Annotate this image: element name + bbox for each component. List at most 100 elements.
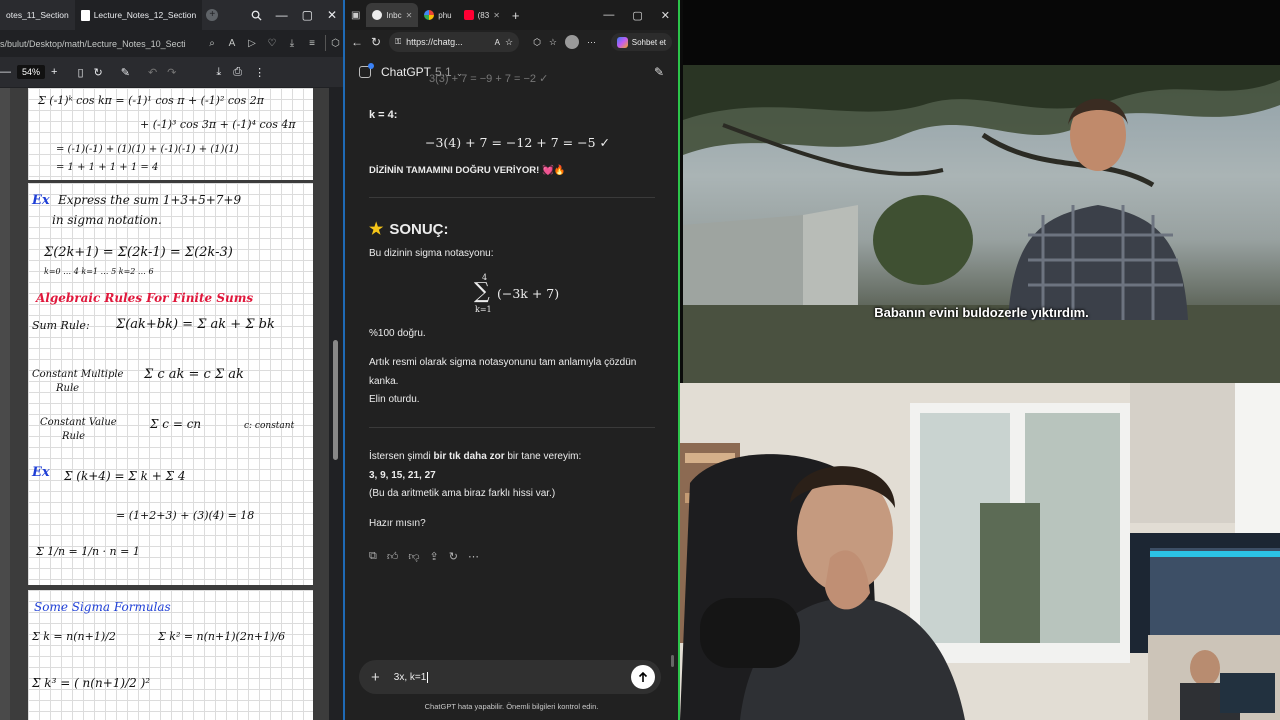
example-label: Ex — [32, 193, 50, 208]
undo-icon[interactable]: ↶ — [148, 66, 157, 79]
offer-text: İstersen şimdi — [369, 451, 434, 462]
movie-scene-image — [683, 65, 1280, 383]
url-field[interactable]: ⚿ https://chatg... A ☆ — [389, 32, 520, 52]
copilot-chat-label: Sohbet et — [631, 37, 666, 47]
correct-line: DİZİNİN TAMAMINI DOĞRU VERİYOR! 💓🔥 — [369, 165, 566, 176]
chat-scrollbar[interactable] — [671, 655, 674, 667]
note-line: Constant Multiple — [32, 369, 124, 380]
sigma-expression: (−3k + 7) — [497, 286, 560, 301]
pdf-tab-label: otes_11_Section — [6, 10, 69, 20]
copilot-chat-button[interactable]: Sohbet et — [610, 33, 672, 51]
sidebar-toggle-icon[interactable] — [359, 63, 374, 78]
more-icon[interactable]: ⋯ — [587, 37, 596, 48]
url-field[interactable]: s/bulut/Desktop/math/Lecture_Notes_10_Se… — [0, 39, 186, 49]
more-icon[interactable]: ⋯ — [468, 550, 479, 563]
regenerate-icon[interactable]: ↻ — [449, 550, 458, 563]
menu-icon[interactable]: ≡ — [305, 35, 319, 51]
draw-icon[interactable]: ✎ — [121, 66, 130, 79]
note-line: Σ (k+4) = Σ k + Σ 4 — [64, 469, 186, 483]
add-attachment-icon[interactable]: + — [371, 669, 380, 686]
zoom-out-button[interactable]: — — [0, 66, 11, 78]
note-line: Sum Rule: — [32, 319, 90, 332]
note-line: Σ c = cn — [150, 417, 202, 431]
new-tab-button[interactable]: + — [206, 9, 219, 21]
browser-tab[interactable]: phu — [418, 3, 457, 27]
thumbs-down-icon[interactable]: 👎︎ — [408, 550, 419, 563]
favorite-icon[interactable]: ☆ — [505, 37, 513, 48]
k4-label: k = 4: — [369, 109, 398, 121]
close-tab-icon[interactable]: ✕ — [406, 11, 413, 20]
save-icon[interactable]: ⤓ — [216, 66, 221, 79]
new-chat-icon[interactable]: ✎ — [654, 65, 664, 79]
pdf-tab[interactable]: otes_11_Section — [0, 0, 75, 30]
extensions-icon[interactable]: ⬡ — [533, 37, 541, 48]
offer-bold: bir tık daha zor — [433, 451, 505, 462]
note-line: Σ(2k+1) = Σ(2k-1) = Σ(2k-3) — [44, 245, 233, 260]
send-button[interactable] — [631, 665, 655, 689]
share-icon[interactable]: ⇪ — [430, 550, 439, 563]
extension-icon[interactable]: ⬡ — [325, 35, 340, 51]
pdf-page: Σ (-1)ᵏ cos kπ = (-1)¹ cos π + (-1)² cos… — [28, 88, 313, 180]
video-player[interactable]: Babanın evini buldozerle yıktırdım. — [683, 0, 1280, 383]
download-icon[interactable]: ⤓ — [285, 35, 299, 51]
pdf-document-area[interactable]: Σ (-1)ᵏ cos kπ = (-1)¹ cos π + (-1)² cos… — [0, 88, 343, 720]
site-info-icon[interactable]: ⚿ — [395, 37, 401, 47]
note-line: in sigma notation. — [52, 213, 162, 227]
tab-actions-icon[interactable]: ▣ — [351, 10, 360, 21]
star-icon: ★ — [369, 221, 384, 238]
note-line: Σ (-1)ᵏ cos kπ = (-1)¹ cos π + (-1)² cos… — [38, 94, 265, 107]
zoom-icon[interactable]: ⌕ — [205, 35, 219, 51]
browser-tab[interactable]: Inbc ✕ — [366, 3, 419, 27]
favorites-icon[interactable]: ☆ — [549, 37, 557, 48]
arrow-up-icon — [638, 671, 648, 682]
close-button[interactable]: ✕ — [661, 9, 670, 22]
play-icon[interactable]: ▷ — [245, 35, 259, 51]
redo-icon[interactable]: ↷ — [167, 66, 176, 79]
heart-fire-emoji: 💓🔥 — [541, 165, 566, 176]
close-tab-icon[interactable]: ✕ — [493, 11, 500, 20]
message-composer: + 3x, k=1 — [359, 660, 661, 694]
note-line: = (1+2+3) + (3)(4) = 18 — [116, 509, 255, 522]
result-heading-text: SONUÇ: — [389, 220, 449, 238]
favorite-icon[interactable]: ♡ — [265, 35, 279, 51]
minimize-button[interactable]: — — [276, 8, 288, 22]
sigma-intro: Bu dizinin sigma notasyonu: — [369, 248, 494, 259]
pdf-tab[interactable]: Lecture_Notes_12_Section — [74, 0, 203, 30]
pdf-viewer-window: otes_11_Section Lecture_Notes_12_Section… — [0, 0, 343, 720]
window-controls: — ▢ ✕ — [603, 0, 670, 30]
more-icon[interactable]: ⋮ — [254, 66, 265, 79]
correct-text: DİZİNİN TAMAMINI DOĞRU VERİYOR! — [369, 165, 540, 176]
print-icon[interactable]: ⎙ — [233, 66, 242, 79]
pdf-scrollbar-thumb[interactable] — [333, 340, 338, 460]
message-actions: ⧉ 👍︎ 👎︎ ⇪ ↻ ⋯ — [369, 550, 479, 563]
zoom-level[interactable]: 54% — [17, 65, 46, 79]
pdf-toolbar: — 54% + ▯ ↻ ✎ ↶ ↷ ⤓ ⎙ ⋮ — [0, 57, 343, 87]
paragraph-line: kanka. — [369, 376, 399, 387]
profile-avatar[interactable] — [565, 35, 579, 49]
note-line: Σ 1/n = 1/n · n = 1 — [36, 545, 140, 558]
minimize-button[interactable]: — — [603, 9, 614, 21]
address-bar: ← ↻ ⚿ https://chatg... A ☆ ⬡ ☆ ⋯ Sohbet … — [345, 30, 678, 54]
close-button[interactable]: ✕ — [327, 8, 337, 22]
copilot-icon — [616, 36, 628, 48]
browser-tab[interactable]: (83 ✕ — [458, 3, 506, 27]
maximize-button[interactable]: ▢ — [302, 8, 313, 22]
copy-icon[interactable]: ⧉ — [369, 550, 377, 563]
note-line: = 1 + 1 + 1 + 1 = 4 — [56, 162, 159, 173]
new-tab-button[interactable]: + — [512, 8, 520, 23]
ready-question: Hazır mısın? — [369, 518, 426, 529]
refresh-icon[interactable]: ↻ — [371, 35, 381, 49]
k4-equation: −3(4) + 7 = −12 + 7 = −5 ✓ — [425, 135, 610, 150]
percent-line: %100 doğru. — [369, 328, 426, 339]
rotate-icon[interactable]: ↻ — [94, 66, 103, 79]
read-aloud-icon[interactable]: A — [225, 35, 239, 51]
note-line: Constant Value — [40, 417, 117, 428]
message-input[interactable]: 3x, k=1 — [394, 672, 427, 683]
fit-page-icon[interactable]: ▯ — [77, 66, 83, 79]
maximize-button[interactable]: ▢ — [632, 9, 642, 22]
zoom-in-button[interactable]: + — [51, 66, 57, 78]
thumbs-up-icon[interactable]: 👍︎ — [387, 550, 399, 563]
read-aloud-icon[interactable]: A — [495, 38, 500, 47]
back-icon[interactable]: ← — [351, 35, 363, 49]
search-icon[interactable] — [251, 10, 262, 21]
